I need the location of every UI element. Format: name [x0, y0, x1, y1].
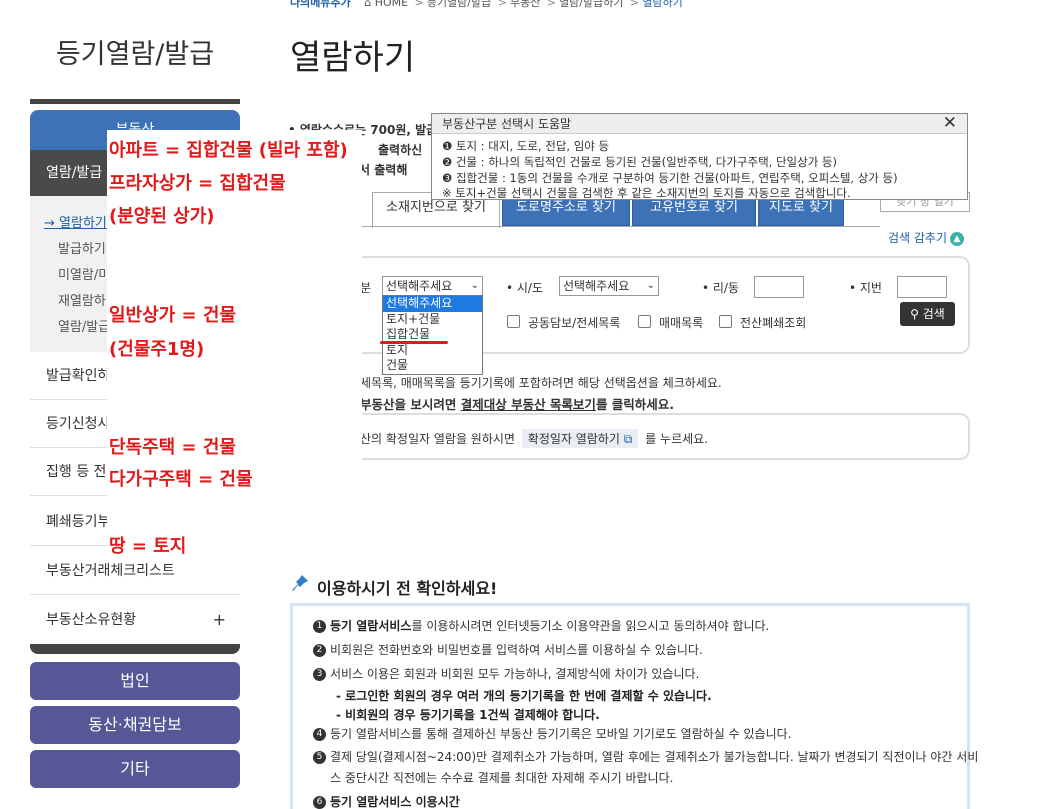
other-button[interactable]: 기타 [30, 750, 240, 788]
confirm-date-note: 산의 확정일자 열람을 원하시면 확정일자 열람하기 ⧉ 를 누르세요. [360, 429, 708, 448]
chevron-down-icon: ⌄ [646, 280, 655, 291]
number-badge: 1 [313, 620, 326, 633]
help-title: 부동산구분 선택시 도움말 [432, 114, 967, 134]
breadcrumb: 나의메뉴추가 ⌂ HOME > 등기열람/발급 > 부동산 > 열람/발급하기 > 열람… [290, 0, 683, 10]
check-section-title: 이용하시기 전 확인하세요! [317, 579, 498, 598]
number-badge: 5 [313, 751, 326, 764]
movable-collateral-button[interactable]: 동산·채권담보 [30, 706, 240, 744]
help-line: ※ 토지+건물 선택시 건물을 검색한 후 같은 소재지번의 토지를 자동으로 … [442, 186, 851, 200]
annotation: 프라자상가 = 집합건물 [109, 173, 286, 194]
help-line: ❸ 집합건물 : 1동의 건물을 수개로 구분하여 등기한 건물(아파트, 연립… [442, 171, 898, 185]
search-button[interactable]: ⚲ 검색 [900, 302, 955, 326]
search-icon: ⚲ [910, 307, 919, 321]
number-badge: 2 [313, 644, 326, 657]
red-underline-mark [380, 341, 448, 344]
trade-list-checkbox[interactable] [638, 315, 651, 328]
dropdown-option[interactable]: 건물 [383, 358, 482, 374]
annotation: 단독주택 = 건물 [109, 437, 236, 458]
number-badge: 6 [313, 796, 326, 809]
property-type-dropdown: 선택해주세요 토지+건물 집합건물 토지 건물 [382, 295, 483, 375]
include-options-note: 세목록, 매매목록을 등기기록에 포함하려면 해당 선택옵션을 체크하세요. [360, 376, 722, 390]
close-icon[interactable]: ✕ [943, 113, 957, 133]
confirm-date-button[interactable]: 확정일자 열람하기 ⧉ [521, 429, 639, 448]
check-line: - 로그인한 회원의 경우 여러 개의 등기기록을 한 번에 결제할 수 있습니… [336, 689, 712, 703]
annotation: 땅 = 토지 [109, 536, 187, 557]
help-line: ❷ 건물 : 하나의 독립적인 건물로 등기된 건물(일반주택, 다가구주택, … [442, 155, 838, 169]
property-type-select[interactable]: 선택해주세요 ⌄ [382, 276, 483, 296]
sidebar-title: 등기열람/발급 [55, 39, 215, 70]
breadcrumb-item[interactable]: 부동산 [510, 0, 540, 9]
breadcrumb-item[interactable]: 등기열람/발급 [427, 0, 491, 9]
jibun-input[interactable] [897, 276, 947, 298]
check-line: 스 중단시간 직전에는 수수료 결제를 최대한 자제해 주시기 바랍니다. [330, 771, 674, 785]
sidebar-bottom-bar [30, 644, 240, 654]
sidebar-subitem-unviewed[interactable]: 미열람/미 [58, 264, 110, 283]
external-link-icon: ⧉ [623, 432, 633, 446]
check-line: 6 등기 열람서비스 이용시간 [313, 793, 460, 809]
check-line: - 비회원의 경우 등기기록을 1건씩 결제해야 합니다. [336, 708, 600, 722]
joint-collateral-label: 공동담보/전세목록 [528, 316, 621, 330]
sidebar-subitem-issue[interactable]: 발급하기 [58, 238, 106, 257]
help-popup: 부동산구분 선택시 도움말 ✕ ❶ 토지 : 대지, 도로, 전답, 임야 등 … [431, 113, 968, 200]
breadcrumb-current: 열람하기 [642, 0, 683, 9]
dropdown-option[interactable]: 토지 [383, 343, 482, 359]
closed-search-label: 전산폐쇄조회 [740, 316, 807, 330]
annotation: 일반상가 = 건물 [109, 305, 236, 326]
home-icon[interactable]: ⌂ [364, 0, 371, 9]
payment-list-note: 부동산을 보시려면 결제대상 부동산 목록보기를 클릭하세요. [360, 397, 675, 412]
plus-icon[interactable]: + [213, 596, 226, 644]
sidebar-item-ownership[interactable]: 부동산소유현황 + [30, 596, 240, 644]
ri-dong-label: • 리/동 [702, 281, 740, 295]
annotation: 아파트 = 집합건물 (빌라 포함) [109, 140, 348, 161]
ri-dong-input[interactable] [754, 276, 804, 298]
sidebar-subitem-view[interactable]: → 열람하기 [44, 212, 107, 231]
number-badge: 4 [313, 728, 326, 741]
check-line: 4 등기 열람서비스를 통해 결제하신 부동산 등기기록은 모바일 기기로도 열람… [313, 725, 791, 742]
check-line: 3 서비스 이용은 회원과 비회원 모두 가능하나, 결제방식에 차이가 있습니다… [313, 665, 699, 682]
annotation: (분양된 상가) [109, 206, 215, 227]
joint-collateral-checkbox[interactable] [507, 315, 520, 328]
check-line: 5 결제 당일(결제시점~24:00)만 결제취소가 가능하며, 열람 후에는 결… [313, 748, 978, 765]
sidebar-subitem-review[interactable]: 재열람하 [58, 290, 106, 309]
dropdown-option[interactable]: 토지+건물 [383, 312, 482, 328]
dropdown-option[interactable]: 선택해주세요 [383, 296, 482, 312]
check-line: 1 등기 열람서비스를 이용하시려면 인터넷등기소 이용약관을 읽으시고 동의하셔… [313, 617, 769, 634]
my-menu-add-link[interactable]: 나의메뉴추가 [290, 0, 351, 9]
corporation-button[interactable]: 법인 [30, 662, 240, 700]
help-line: ❶ 토지 : 대지, 도로, 전답, 임야 등 [442, 139, 610, 153]
hide-search-toggle[interactable]: 검색 감추기 ▲ [888, 229, 965, 246]
jibun-label: • 지번 [849, 281, 882, 295]
sido-select[interactable]: 선택해주세요 ⌄ [559, 276, 659, 296]
sidebar-subitem-history[interactable]: 열람/발급 [58, 316, 110, 335]
annotation: 다가구주택 = 건물 [109, 469, 253, 490]
annotation: (건물주1명) [109, 339, 205, 360]
breadcrumb-home[interactable]: HOME [375, 0, 408, 9]
payment-list-link[interactable]: 결제대상 부동산 목록보기 [461, 397, 596, 412]
closed-search-checkbox[interactable] [719, 315, 732, 328]
number-badge: 3 [313, 668, 326, 681]
sidebar-divider [30, 99, 240, 104]
sido-label: • 시/도 [506, 281, 544, 295]
breadcrumb-item[interactable]: 열람/발급하기 [559, 0, 623, 9]
pin-icon [292, 575, 308, 591]
trade-list-label: 매매목록 [659, 316, 704, 330]
tab-divider [360, 226, 880, 227]
chevron-up-icon: ▲ [950, 231, 965, 246]
page-title: 열람하기 [290, 38, 416, 78]
check-line: 2 비회원은 전화번호와 비밀번호를 입력하여 서비스를 이용하실 수 있습니다. [313, 641, 703, 658]
chevron-down-icon: ⌄ [470, 280, 479, 291]
